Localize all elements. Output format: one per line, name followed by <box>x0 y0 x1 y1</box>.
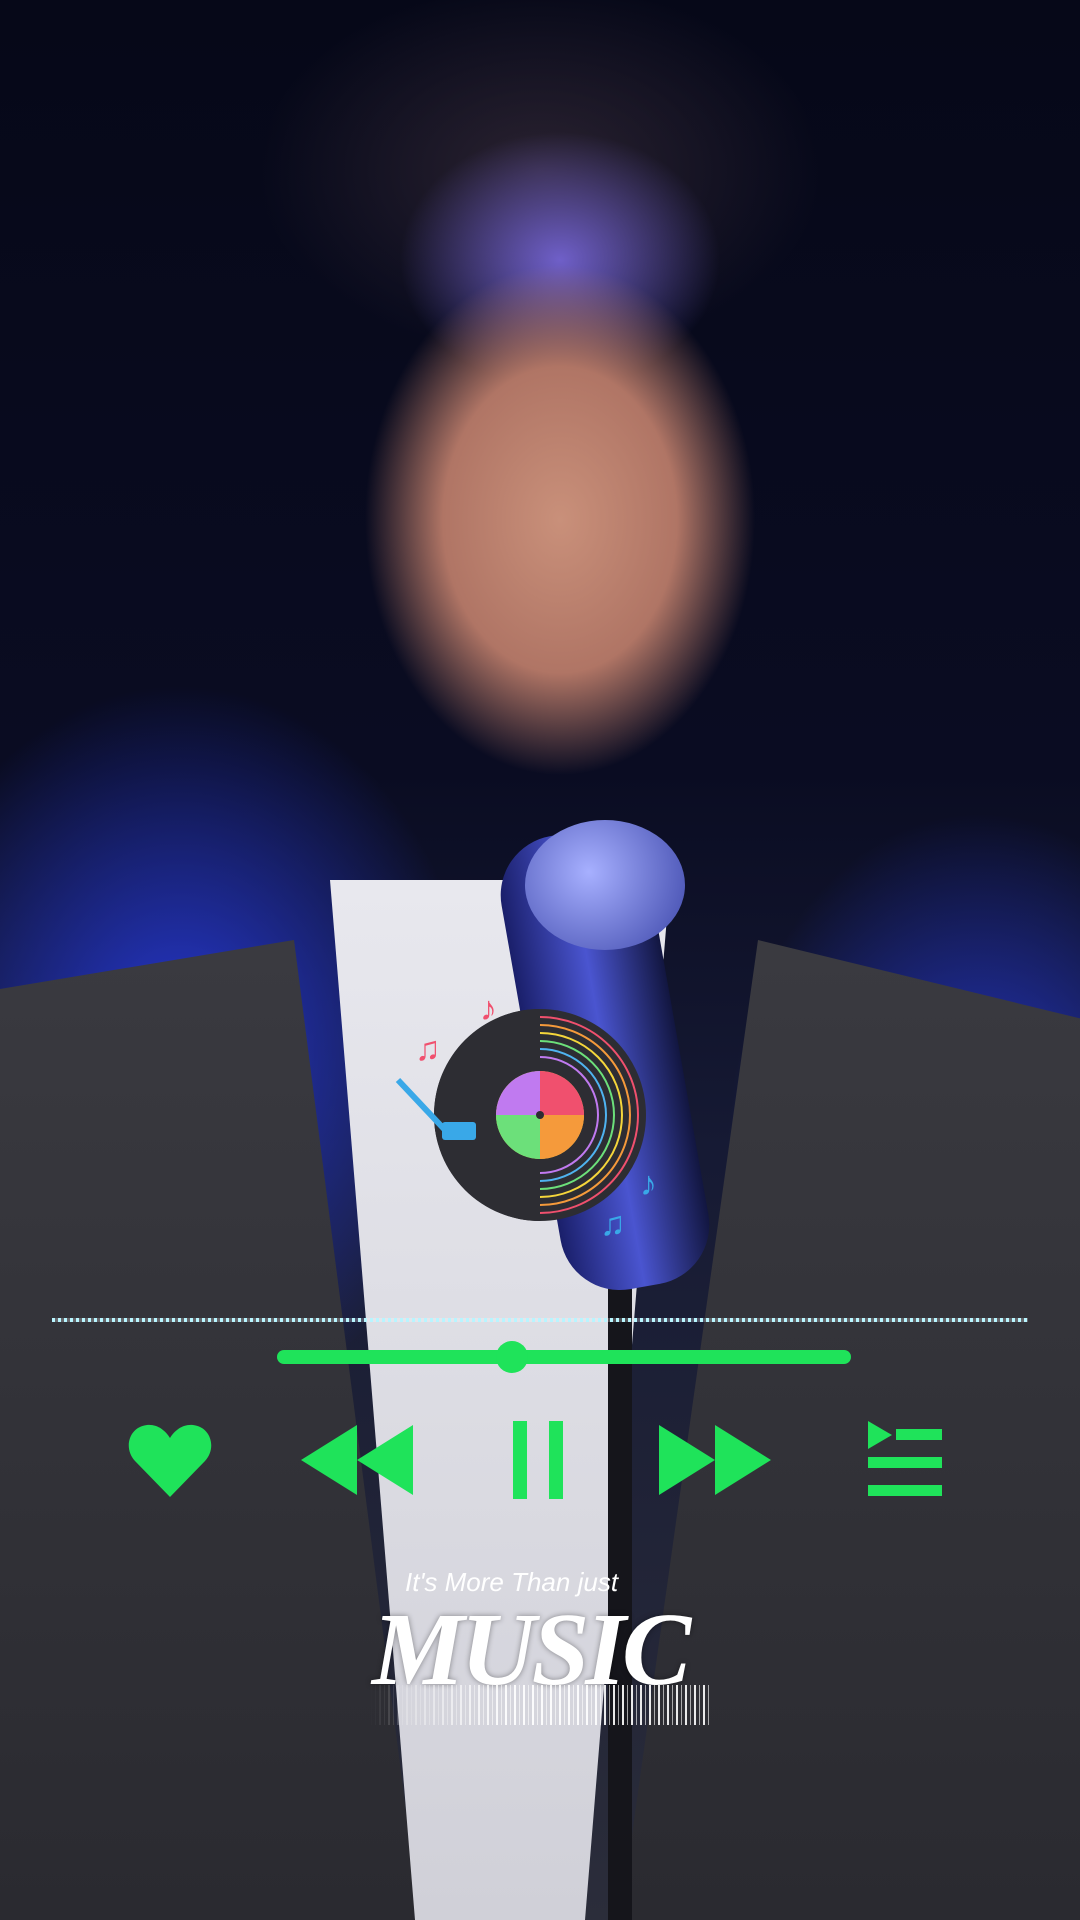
music-note-icon: ♪ <box>640 1165 657 1203</box>
previous-button[interactable] <box>298 1410 418 1510</box>
audio-waveform-line <box>52 1318 1028 1322</box>
pause-button[interactable] <box>498 1410 578 1510</box>
microphone-head <box>525 820 685 950</box>
fast-forward-icon <box>659 1425 771 1495</box>
next-button[interactable] <box>656 1410 776 1510</box>
heart-icon <box>128 1424 212 1497</box>
music-note-icon: ♫ <box>600 1205 626 1243</box>
music-note-icon: ♪ <box>480 990 497 1028</box>
playlist-icon <box>868 1421 942 1496</box>
pause-icon <box>513 1421 563 1499</box>
like-button[interactable] <box>120 1410 220 1510</box>
playlist-button[interactable] <box>855 1410 955 1510</box>
rewind-icon <box>301 1425 413 1495</box>
progress-handle[interactable] <box>496 1341 529 1373</box>
sound-bars-decoration <box>370 1685 710 1725</box>
music-note-icon: ♫ <box>415 1030 441 1068</box>
vinyl-record-graphic: ♪ ♫ ♪ ♫ <box>390 960 670 1243</box>
progress-bar[interactable] <box>277 1341 851 1373</box>
vinyl-record-icon <box>395 1009 646 1221</box>
